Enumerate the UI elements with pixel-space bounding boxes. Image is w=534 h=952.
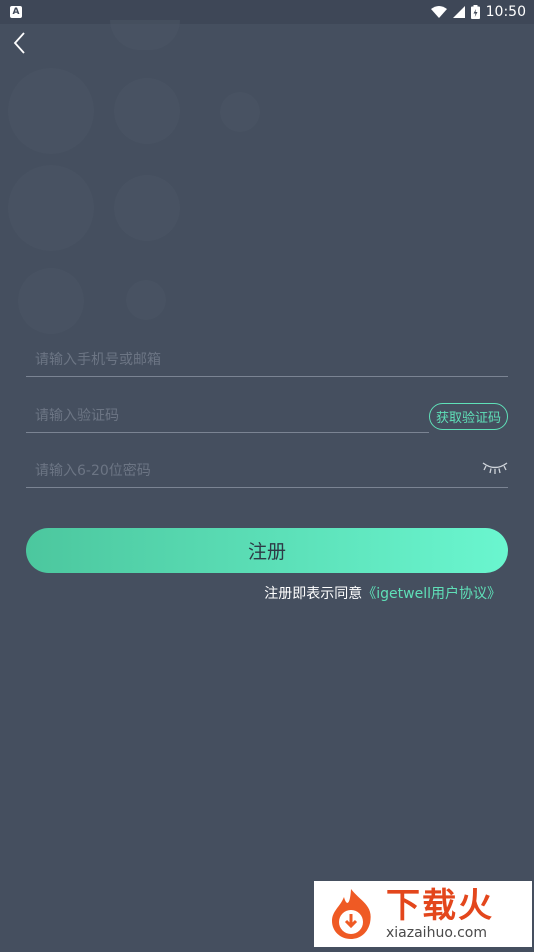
clock: 10:50 <box>485 4 526 20</box>
wifi-icon <box>430 6 447 18</box>
password-input-underline <box>26 487 508 488</box>
get-code-button[interactable]: 获取验证码 <box>429 403 508 430</box>
notification-icon: A <box>10 6 22 18</box>
code-input-underline <box>26 432 429 433</box>
status-bar: A 10:50 <box>0 0 534 24</box>
user-agreement-link[interactable]: 《igetwell用户协议》 <box>362 586 501 602</box>
agreement-prefix: 注册即表示同意 <box>264 586 363 602</box>
watermark-brand: 下载火 <box>386 886 494 926</box>
flame-logo-icon <box>332 889 371 939</box>
eye-closed-icon[interactable] <box>482 460 508 476</box>
password-input[interactable]: 请输入6-20位密码 <box>35 460 151 480</box>
account-input-underline <box>26 376 508 377</box>
signal-icon <box>452 6 465 18</box>
verification-code-input[interactable]: 请输入验证码 <box>35 405 119 425</box>
account-input[interactable]: 请输入手机号或邮箱 <box>35 349 161 369</box>
agreement-text: 注册即表示同意《igetwell用户协议》 <box>264 583 501 603</box>
battery-icon <box>470 5 480 19</box>
back-arrow-icon[interactable] <box>10 30 34 56</box>
watermark-domain: xiazaihuo.com <box>386 925 487 941</box>
watermark: 下载火 xiazaihuo.com <box>314 881 532 947</box>
register-button[interactable]: 注册 <box>26 528 508 573</box>
